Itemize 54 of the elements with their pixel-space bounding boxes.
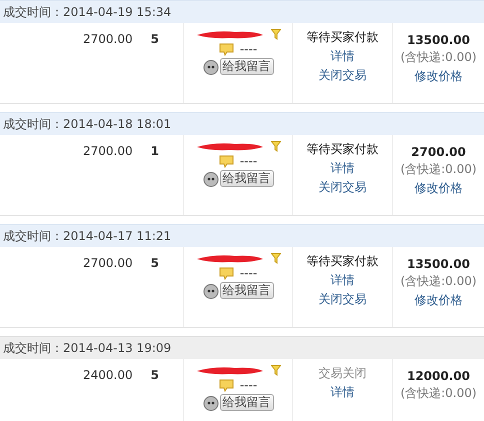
order-status: 等待买家付款 [306, 29, 378, 46]
order-status: 等待买家付款 [306, 253, 378, 270]
unit-price: 2700.00 [83, 32, 133, 48]
order-status: 交易关闭 [318, 365, 366, 382]
buyer-remark: ---- [240, 266, 258, 280]
order-action-link[interactable]: 详情 [330, 48, 354, 65]
order-total: 12000.00 [406, 369, 470, 383]
quantity: 5 [150, 32, 159, 48]
order-action-link[interactable]: 关闭交易 [318, 67, 366, 84]
chat-face-icon [202, 170, 218, 186]
order-time: 成交时间：2014-04-18 18:01 [3, 116, 172, 132]
redaction-mark [195, 142, 265, 152]
order-action-link[interactable]: 详情 [330, 384, 354, 401]
shipping-fee: (含快递:0.00) [400, 273, 477, 290]
chat-face-icon [202, 282, 218, 298]
order-action-link[interactable]: 关闭交易 [318, 291, 366, 308]
order-time: 成交时间：2014-04-13 19:09 [3, 340, 172, 356]
quantity: 5 [150, 368, 159, 384]
redaction-mark [195, 366, 265, 376]
unit-price: 2700.00 [83, 256, 133, 272]
quantity: 1 [150, 144, 159, 160]
order-status: 等待买家付款 [306, 141, 378, 158]
order-time: 成交时间：2014-04-19 15:34 [3, 4, 172, 20]
chat-face-icon [202, 394, 218, 410]
buyer-remark: ---- [240, 42, 258, 56]
chat-face-icon [202, 58, 218, 74]
funnel-icon[interactable] [271, 29, 281, 40]
funnel-icon[interactable] [271, 141, 281, 152]
redaction-mark [195, 30, 265, 40]
comment-icon [218, 154, 234, 168]
order-time: 成交时间：2014-04-17 11:21 [3, 228, 172, 244]
comment-icon [218, 378, 234, 392]
order-total: 13500.00 [406, 257, 470, 271]
shipping-fee: (含快递:0.00) [400, 161, 477, 178]
modify-price-link[interactable]: 修改价格 [414, 180, 462, 197]
order-action-link[interactable]: 详情 [330, 272, 354, 289]
modify-price-link[interactable]: 修改价格 [414, 292, 462, 309]
shipping-fee: (含快递:0.00) [400, 49, 477, 66]
redaction-mark [195, 254, 265, 264]
comment-icon [218, 266, 234, 280]
buyer-remark: ---- [240, 154, 258, 168]
quantity: 5 [150, 256, 159, 272]
unit-price: 2700.00 [83, 144, 133, 160]
order-action-link[interactable]: 详情 [330, 160, 354, 177]
buyer-remark: ---- [240, 378, 258, 392]
funnel-icon[interactable] [271, 365, 281, 376]
order-total: 13500.00 [406, 33, 470, 47]
order-total: 2700.00 [411, 145, 466, 159]
comment-icon [218, 42, 234, 56]
unit-price: 2400.00 [83, 368, 133, 384]
shipping-fee: (含快递:0.00) [400, 385, 477, 402]
order-action-link[interactable]: 关闭交易 [318, 179, 366, 196]
funnel-icon[interactable] [271, 253, 281, 264]
modify-price-link[interactable]: 修改价格 [414, 68, 462, 85]
